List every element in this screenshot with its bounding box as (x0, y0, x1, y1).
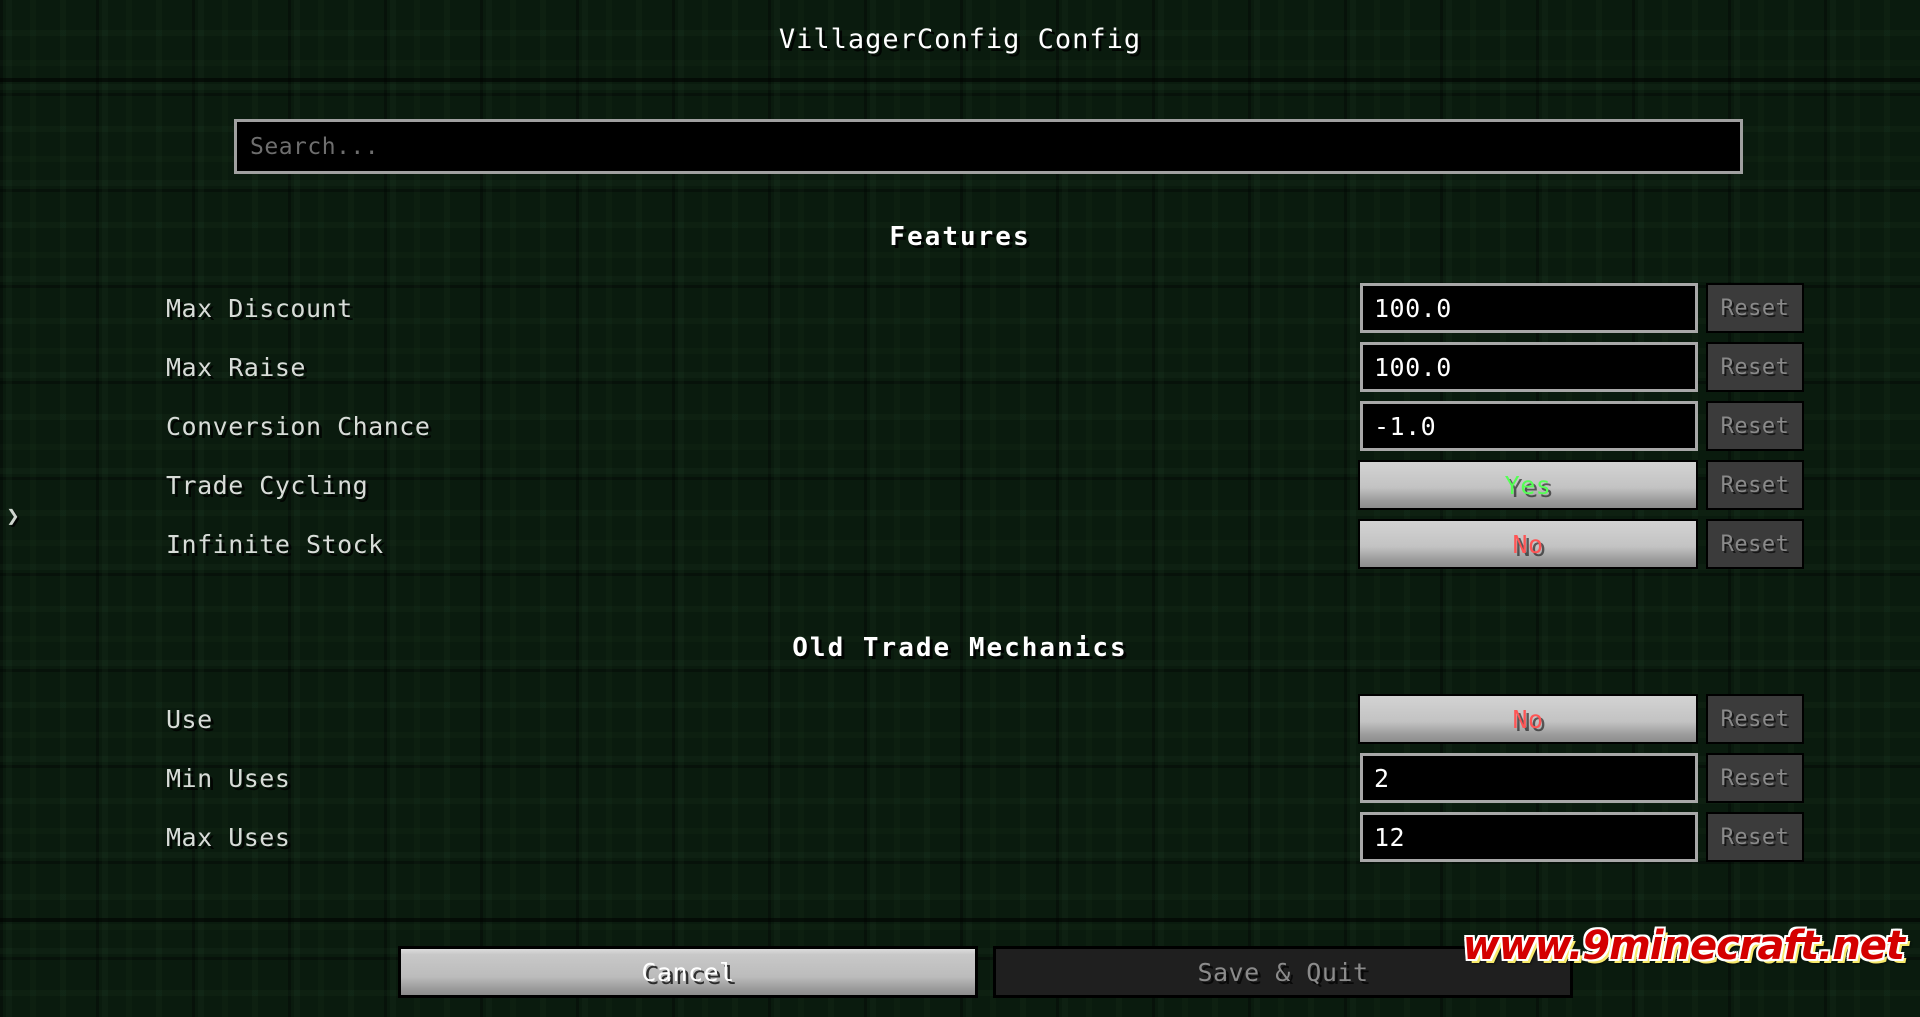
scrollbar-track[interactable] (1814, 82, 1824, 918)
config-value-input[interactable]: -1.0 (1360, 401, 1698, 451)
config-row: Trade Cycling Yes Reset (0, 457, 1920, 513)
config-value-input[interactable]: 2 (1360, 753, 1698, 803)
reset-button[interactable]: Reset (1706, 753, 1804, 803)
config-toggle-value: No (1512, 529, 1544, 559)
config-value-text: 2 (1374, 763, 1390, 793)
cancel-button[interactable]: Cancel (398, 946, 978, 998)
reset-button-label: Reset (1720, 531, 1790, 557)
section-header-2: Old Trade Mechanics (792, 633, 1128, 663)
site-watermark: www.9minecraft.net (1462, 923, 1905, 969)
reset-button[interactable]: Reset (1706, 283, 1804, 333)
section-header-1: Features (889, 222, 1031, 252)
save-and-quit-button-label: Save & Quit (1197, 957, 1369, 987)
config-toggle-value: No (1512, 704, 1544, 734)
config-row-label: Conversion Chance (166, 411, 431, 441)
config-row: Use No Reset (0, 691, 1920, 747)
config-boolean-toggle[interactable]: No (1358, 694, 1698, 744)
config-row: Max Uses 12 Reset (0, 809, 1920, 865)
config-value-input[interactable]: 100.0 (1360, 342, 1698, 392)
config-value-input[interactable]: 12 (1360, 812, 1698, 862)
config-row-label: Min Uses (166, 763, 291, 793)
search-input[interactable]: Search... (234, 119, 1743, 174)
reset-button[interactable]: Reset (1706, 401, 1804, 451)
reset-button[interactable]: Reset (1706, 519, 1804, 569)
config-row-label: Infinite Stock (166, 529, 384, 559)
reset-button-label: Reset (1720, 706, 1790, 732)
config-boolean-toggle[interactable]: No (1358, 519, 1698, 569)
config-value-text: 100.0 (1374, 352, 1452, 382)
reset-button-label: Reset (1720, 295, 1790, 321)
config-toggle-value: Yes (1504, 470, 1552, 500)
config-row-label: Use (166, 704, 213, 734)
reset-button-label: Reset (1720, 765, 1790, 791)
config-scroll-area[interactable]: Search... Features Max Discount 100.0 Reset M… (0, 82, 1920, 918)
reset-button[interactable]: Reset (1706, 342, 1804, 392)
config-boolean-toggle[interactable]: Yes (1358, 460, 1698, 510)
reset-button-label: Reset (1720, 413, 1790, 439)
reset-button-label: Reset (1720, 354, 1790, 380)
page-title: VillagerConfig Config (778, 23, 1142, 55)
search-input-placeholder: Search... (250, 133, 380, 160)
minecraft-config-screen: VillagerConfig Config ❯ Search... Feature… (0, 0, 1920, 1017)
config-row-label: Trade Cycling (166, 470, 369, 500)
config-row: Min Uses 2 Reset (0, 750, 1920, 806)
config-row-label: Max Raise (166, 352, 306, 382)
title-bar: VillagerConfig Config (0, 0, 1920, 78)
config-value-text: 12 (1374, 822, 1406, 852)
reset-button[interactable]: Reset (1706, 812, 1804, 862)
config-row-label: Max Uses (166, 822, 291, 852)
config-value-input[interactable]: 100.0 (1360, 283, 1698, 333)
reset-button[interactable]: Reset (1706, 694, 1804, 744)
reset-button[interactable]: Reset (1706, 460, 1804, 510)
config-row: Infinite Stock No Reset (0, 516, 1920, 572)
config-row: Max Discount 100.0 Reset (0, 280, 1920, 336)
config-value-text: 100.0 (1374, 293, 1452, 323)
config-row: Conversion Chance -1.0 Reset (0, 398, 1920, 454)
reset-button-label: Reset (1720, 824, 1790, 850)
config-value-text: -1.0 (1374, 411, 1437, 441)
reset-button-label: Reset (1720, 472, 1790, 498)
config-row-label: Max Discount (166, 293, 353, 323)
config-row: Max Raise 100.0 Reset (0, 339, 1920, 395)
cancel-button-label: Cancel (641, 957, 735, 987)
